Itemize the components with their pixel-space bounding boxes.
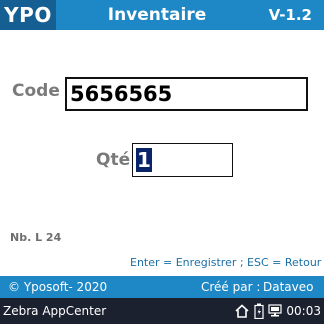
code-label: Code: [12, 81, 60, 101]
footer-bar: © Yposoft- 2020 Créé par : Dataveo: [0, 276, 324, 298]
clock-time: 00:03: [286, 304, 321, 318]
version-label: V-1.2: [268, 6, 312, 24]
copyright-text: © Yposoft- 2020: [8, 280, 108, 294]
system-status-bar: Zebra AppCenter 00:03: [0, 298, 324, 324]
page-title: Inventaire: [107, 5, 207, 25]
system-tray: 00:03: [234, 298, 321, 324]
created-by-value: Dataveo: [263, 280, 314, 294]
keyboard-shortcuts-hint: Enter = Enregistrer ; ESC = Retour: [130, 256, 322, 269]
network-icon: [268, 304, 283, 318]
line-count: Nb. L 24: [10, 231, 62, 244]
quantity-input-value: 1: [136, 148, 152, 172]
created-by-label: Créé par :: [201, 280, 261, 294]
system-app-name[interactable]: Zebra AppCenter: [3, 298, 106, 324]
title-bar: YPO Inventaire V-1.2: [0, 0, 324, 30]
inventory-screen: YPO Inventaire V-1.2 Code 5656565 Qté 1 …: [0, 0, 324, 324]
brand-logo: YPO: [0, 0, 56, 30]
code-input[interactable]: 5656565: [65, 77, 308, 111]
home-icon[interactable]: [234, 304, 250, 318]
code-input-value: 5656565: [70, 82, 173, 106]
battery-icon: [254, 303, 265, 319]
quantity-label: Qté: [96, 150, 131, 170]
quantity-input[interactable]: 1: [132, 143, 233, 177]
